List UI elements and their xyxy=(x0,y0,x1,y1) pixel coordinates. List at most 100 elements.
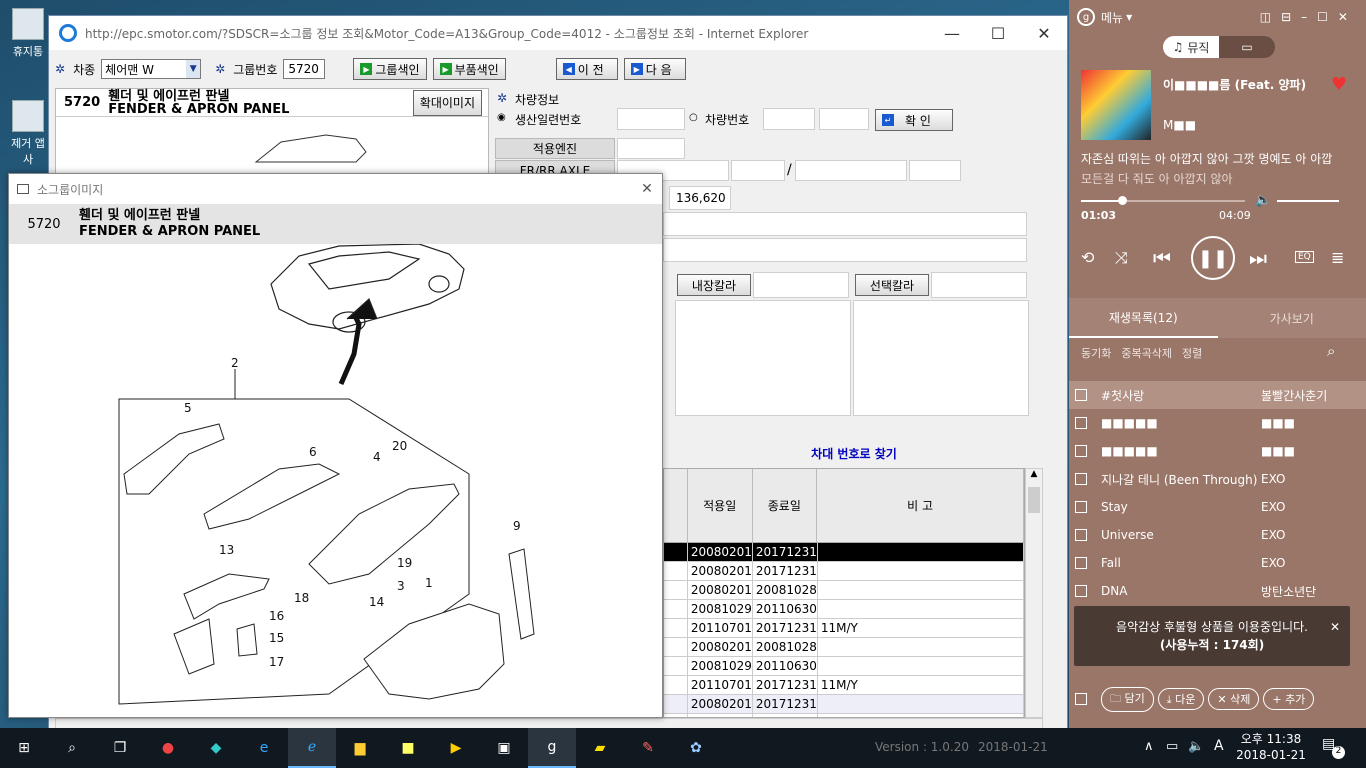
list-item[interactable]: #첫사랑 볼빨간사춘기 xyxy=(1069,381,1366,409)
next-button[interactable]: ▶ 다 음 xyxy=(623,58,686,80)
heart-icon[interactable]: ♥ xyxy=(1331,74,1347,95)
list-item[interactable]: ■■■■■ ■■■ xyxy=(1069,409,1366,437)
list-item[interactable]: Universe EXO xyxy=(1069,521,1366,549)
sync-button[interactable]: 동기화 xyxy=(1081,345,1111,361)
task-view-button[interactable]: ❐ xyxy=(96,728,144,768)
interior-color-button[interactable]: 내장칼라 xyxy=(677,274,751,296)
list-item[interactable]: Stay EXO xyxy=(1069,493,1366,521)
volume-icon[interactable]: 🔈 xyxy=(1188,739,1204,754)
table-row[interactable]: 2008020120171231 xyxy=(664,562,1024,581)
car-type-select[interactable]: 체어맨 W ▼ xyxy=(101,59,202,79)
download-button[interactable]: ⤓ 다운 xyxy=(1157,688,1205,710)
table-row[interactable]: 20081029 20110630 xyxy=(664,600,1024,619)
recycle-bin-icon[interactable]: 휴지통 xyxy=(6,8,50,59)
genie-button[interactable]: g xyxy=(528,728,576,768)
tab-music[interactable]: ♫ 뮤직 xyxy=(1163,36,1219,58)
search-button[interactable]: ⌕ xyxy=(48,728,96,768)
confirm-button[interactable]: ↵ 확 인 xyxy=(875,109,953,131)
table-row[interactable]: 20080201 20081028 xyxy=(664,581,1024,600)
volume-slider[interactable] xyxy=(1277,200,1339,202)
checkbox[interactable] xyxy=(1075,585,1087,597)
dedupe-button[interactable]: 중복곡삭제 xyxy=(1121,345,1172,361)
list-item[interactable]: Fall EXO xyxy=(1069,549,1366,577)
explorer-button[interactable]: ▆ xyxy=(336,728,384,768)
edge-button[interactable]: e xyxy=(240,728,288,768)
delete-button[interactable]: ✕ 삭제 xyxy=(1208,688,1260,710)
notification-center-button[interactable]: ▤ 2 xyxy=(1322,736,1345,759)
tray-chevron-icon[interactable]: ∧ xyxy=(1144,739,1154,754)
toast-close-icon[interactable]: ✕ xyxy=(1330,618,1340,636)
checkbox[interactable] xyxy=(1075,473,1087,485)
scroll-thumb[interactable] xyxy=(1028,487,1040,513)
menu-label[interactable]: 메뉴 xyxy=(1101,9,1123,26)
checkbox[interactable] xyxy=(1075,389,1087,401)
clock[interactable]: 오후 11:38 2018-01-21 xyxy=(1236,731,1306,763)
vehicle-no-input-1[interactable] xyxy=(763,108,815,130)
next-icon[interactable]: ⏭ xyxy=(1249,246,1267,270)
chevron-down-icon[interactable]: ▼ xyxy=(1126,13,1132,22)
network-icon[interactable]: ▭ xyxy=(1166,739,1178,754)
repeat-icon[interactable]: ⟲ xyxy=(1081,248,1094,267)
chevron-down-icon[interactable]: ▼ xyxy=(186,60,201,78)
checkbox[interactable] xyxy=(1075,445,1087,457)
checkbox[interactable] xyxy=(1075,417,1087,429)
player-titlebar[interactable]: g 메뉴 ▼ ◫⊟–☐✕ xyxy=(1069,0,1366,34)
part-index-button[interactable]: ▶ 부품색인 xyxy=(432,58,506,80)
serial-input[interactable] xyxy=(617,108,685,130)
select-all-checkbox[interactable] xyxy=(1075,693,1087,705)
popup-titlebar[interactable]: 소그룹이미지 ✕ xyxy=(9,174,662,204)
desktop-shortcut-icon[interactable]: 제거 앱 사 xyxy=(6,100,50,167)
minimize-button[interactable]: — xyxy=(929,16,975,50)
add-button[interactable]: + 추가 xyxy=(1263,688,1315,710)
table-row[interactable]: 20110701 20171231 11M/Y xyxy=(664,676,1024,695)
group-index-button[interactable]: ▶ 그룹색인 xyxy=(353,58,427,80)
tab-lyrics[interactable]: 가사보기 xyxy=(1218,298,1366,338)
pause-button[interactable]: ❚❚ xyxy=(1191,236,1235,280)
enlarge-image-button[interactable]: 확대이미지 xyxy=(412,89,482,116)
table-row[interactable]: 2008020120171231 xyxy=(664,695,1024,714)
notes-button[interactable]: ■ xyxy=(384,728,432,768)
sort-button[interactable]: 정렬 xyxy=(1182,345,1202,361)
group-no-input[interactable]: 5720 xyxy=(283,59,326,79)
list-item[interactable]: DNA 방탄소년단 xyxy=(1069,577,1366,605)
vehicle-no-input-2[interactable] xyxy=(819,108,869,130)
vertical-scrollbar[interactable]: ▲ xyxy=(1025,468,1043,718)
previous-icon[interactable]: ⏮ xyxy=(1153,246,1171,270)
paint-button[interactable]: ✿ xyxy=(672,728,720,768)
table-row[interactable]: 2008020120171231 xyxy=(664,543,1024,562)
app-button[interactable]: ◆ xyxy=(192,728,240,768)
scroll-up-icon[interactable]: ▲ xyxy=(1026,469,1042,485)
ime-indicator[interactable]: A xyxy=(1214,738,1224,754)
ie-titlebar[interactable]: http://epc.smotor.com/?SDSCR=소그룹 정보 조회&M… xyxy=(49,16,1067,50)
radio-serial[interactable]: ◉ xyxy=(497,112,506,123)
list-item[interactable]: 지나갈 테니 (Been Through) EXO xyxy=(1069,465,1366,493)
option-color-button[interactable]: 선택칼라 xyxy=(855,274,929,296)
app2-button[interactable]: ▣ xyxy=(480,728,528,768)
tab-video[interactable]: ▭ xyxy=(1219,36,1275,58)
volume-icon[interactable]: 🔈 xyxy=(1255,193,1271,208)
kakaotalk-button[interactable]: ▰ xyxy=(576,728,624,768)
prev-button[interactable]: ◀ 이 전 xyxy=(555,58,618,80)
chrome-button[interactable]: ● xyxy=(144,728,192,768)
table-row[interactable]: 20110701 20171231 11M/Y xyxy=(664,619,1024,638)
potplayer-button[interactable]: ▶ xyxy=(432,728,480,768)
save-button[interactable]: 🗀 담기 xyxy=(1101,686,1154,712)
app3-button[interactable]: ✎ xyxy=(624,728,672,768)
checkbox[interactable] xyxy=(1075,557,1087,569)
tab-playlist[interactable]: 재생목록(12) xyxy=(1069,298,1218,338)
list-item[interactable]: ■■■■■ ■■■ xyxy=(1069,437,1366,465)
table-row[interactable]: 20081029 20110630 xyxy=(664,657,1024,676)
playlist-icon[interactable]: ≣ xyxy=(1331,248,1344,267)
progress-track[interactable] xyxy=(1081,200,1245,202)
search-icon[interactable]: ⌕ xyxy=(1327,342,1335,360)
eq-button[interactable]: EQ xyxy=(1295,251,1314,263)
shuffle-icon[interactable]: ⤨ xyxy=(1115,248,1128,268)
checkbox[interactable] xyxy=(1075,529,1087,541)
close-icon[interactable]: ✕ xyxy=(632,181,662,197)
maximize-button[interactable]: ☐ xyxy=(975,16,1021,50)
album-art[interactable] xyxy=(1081,70,1151,140)
progress-knob[interactable] xyxy=(1118,196,1127,205)
window-controls[interactable]: ◫⊟–☐✕ xyxy=(1260,10,1358,24)
close-button[interactable]: ✕ xyxy=(1021,16,1067,50)
radio-vehicle[interactable]: ○ xyxy=(689,112,698,123)
